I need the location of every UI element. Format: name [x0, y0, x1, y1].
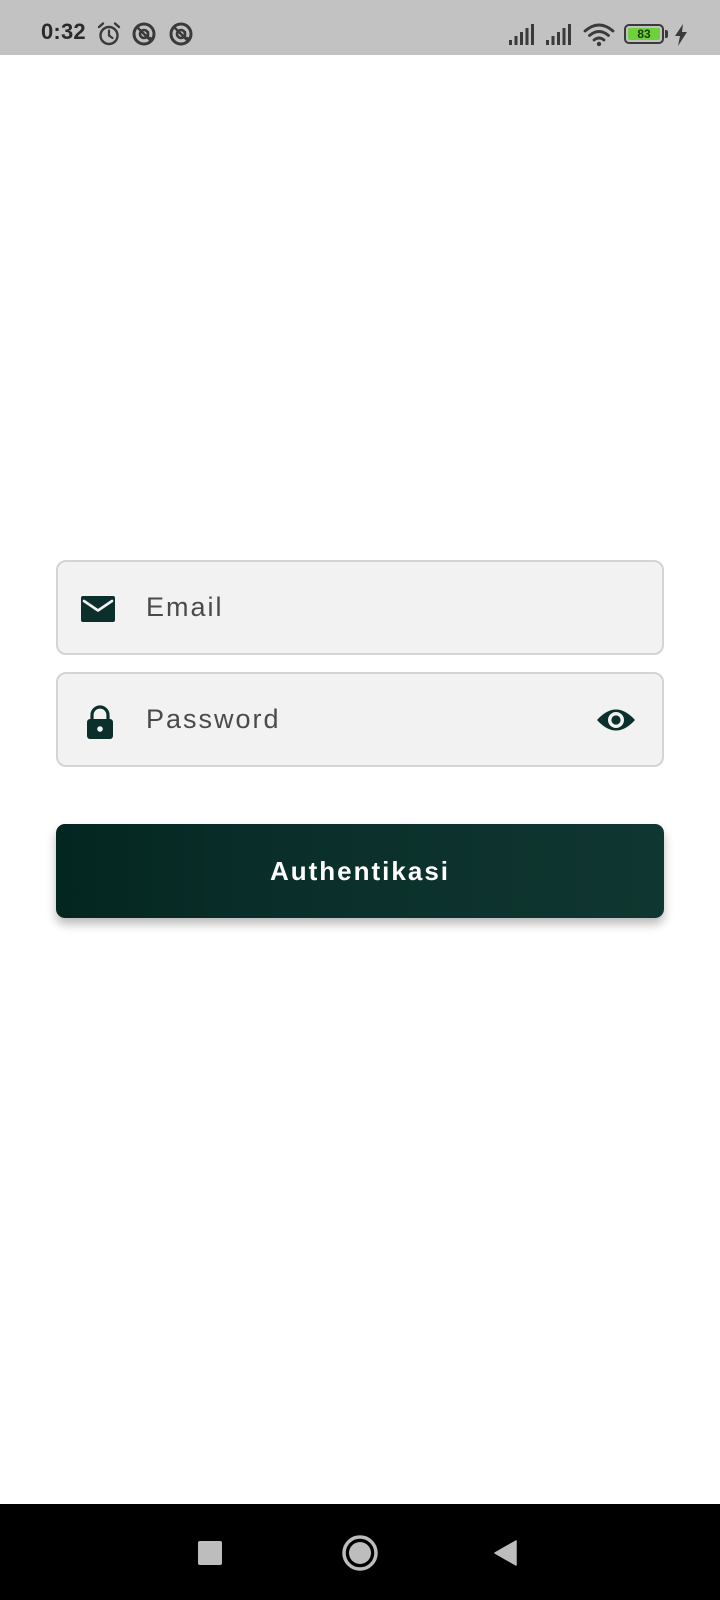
- battery-nub: [665, 30, 668, 38]
- battery-icon: 83: [624, 24, 664, 44]
- password-input[interactable]: [146, 674, 546, 765]
- signal-icon: [509, 24, 534, 45]
- alarm-icon: [97, 22, 121, 46]
- email-field[interactable]: [56, 560, 664, 655]
- back-icon[interactable]: [493, 1540, 517, 1566]
- signal-icon: [546, 24, 571, 45]
- home-icon[interactable]: [341, 1534, 379, 1572]
- email-input[interactable]: [146, 562, 546, 653]
- navigation-bar: [0, 1504, 720, 1600]
- status-time: 0:32: [41, 19, 86, 44]
- at-sign-icon: [169, 22, 193, 46]
- eye-icon[interactable]: [596, 701, 636, 739]
- lock-icon: [87, 705, 113, 739]
- status-bar: 0:32 83: [0, 0, 720, 55]
- at-sign-icon: [132, 22, 156, 46]
- charging-bolt-icon: [675, 24, 687, 46]
- mail-icon: [81, 596, 115, 622]
- wifi-icon: [583, 23, 615, 47]
- battery-level: 83: [628, 28, 660, 40]
- authenticate-button[interactable]: Authentikasi: [56, 824, 664, 918]
- password-field[interactable]: [56, 672, 664, 767]
- recent-apps-icon[interactable]: [198, 1541, 222, 1565]
